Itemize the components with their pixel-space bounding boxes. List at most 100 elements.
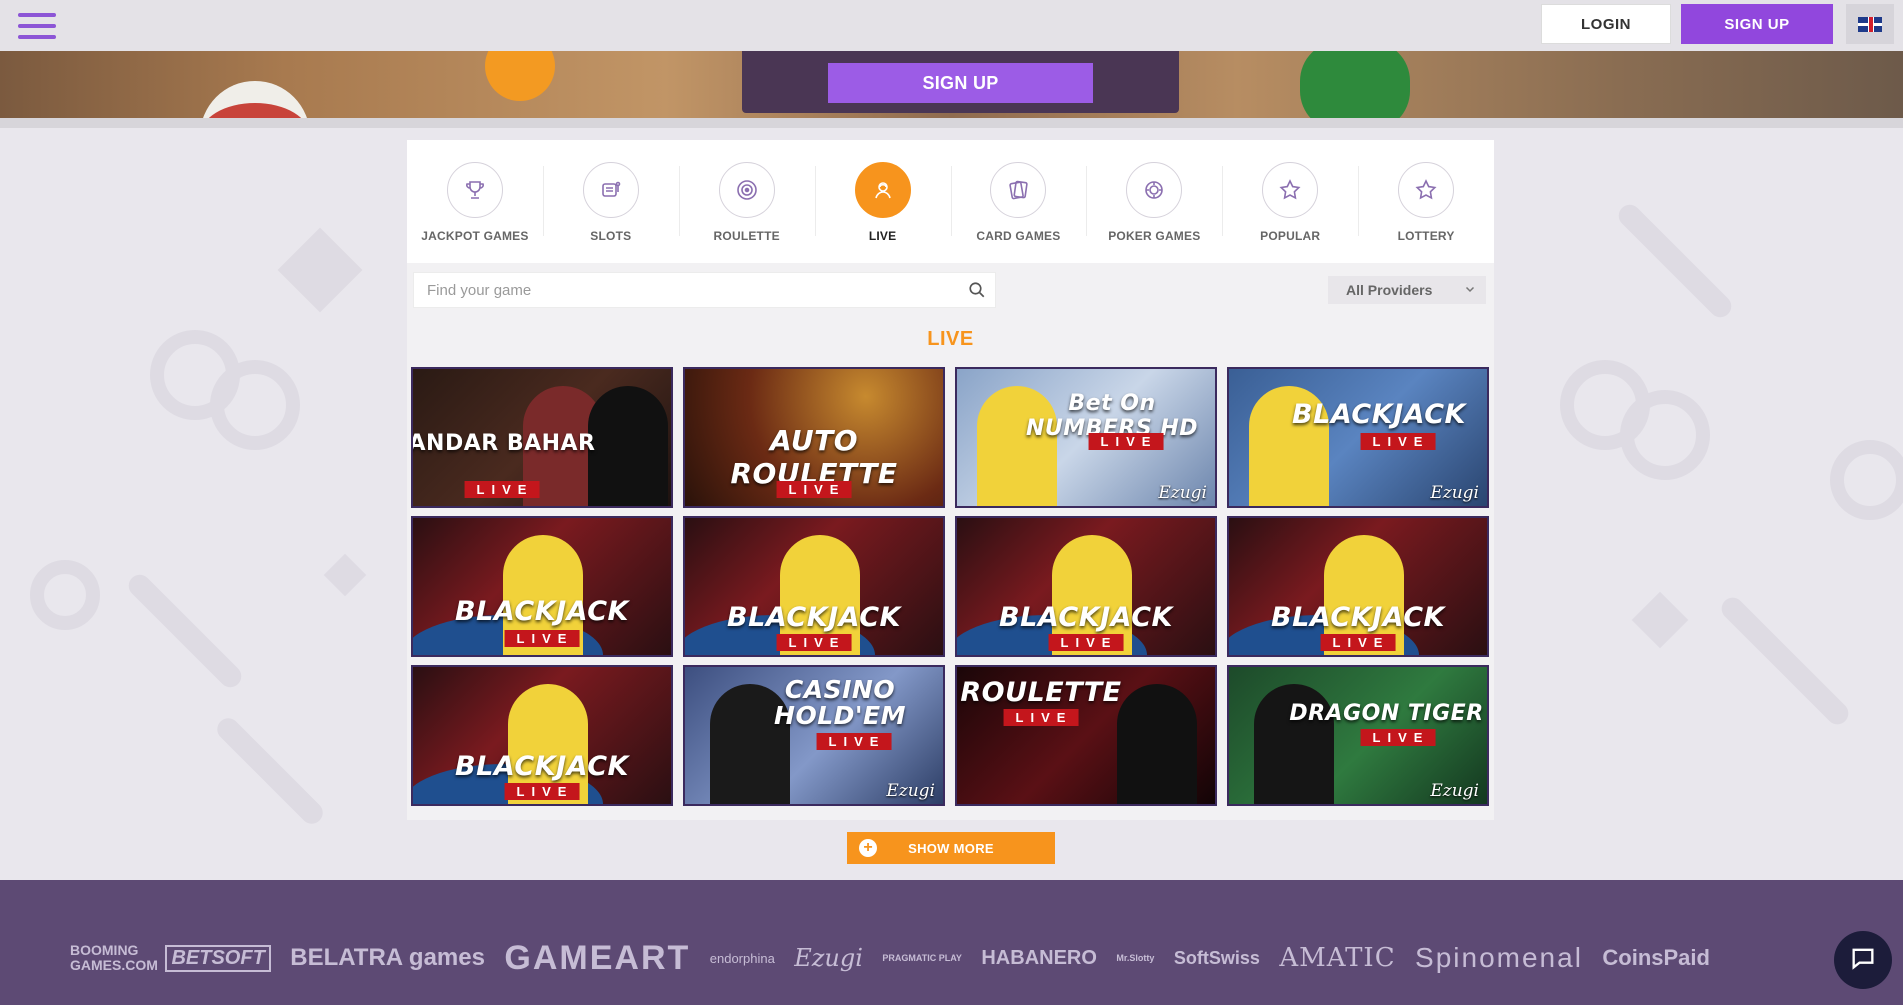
game-search	[413, 272, 996, 308]
tab-label: CARD GAMES	[976, 229, 1061, 243]
live-badge: LIVE	[1048, 634, 1124, 651]
tab-popular[interactable]: POPULAR	[1222, 140, 1358, 263]
game-tile-casino-holdem[interactable]: CASINO HOLD'EM LIVE Ezugi	[683, 665, 945, 806]
game-tile-blackjack[interactable]: BLACKJACK LIVE Ezugi	[1227, 367, 1489, 508]
tab-jackpot-games[interactable]: JACKPOT GAMES	[407, 140, 543, 263]
provider-logo-endorphina: endorphina	[709, 950, 775, 966]
pattern-square	[323, 553, 367, 597]
tab-roulette[interactable]: ROULETTE	[678, 140, 815, 263]
game-tile-blackjack[interactable]: BLACKJACK LIVE	[1227, 516, 1489, 657]
cards-icon	[990, 162, 1047, 218]
live-badge: LIVE	[504, 783, 580, 800]
game-tile-blackjack[interactable]: BLACKJACK LIVE	[411, 516, 673, 657]
tab-poker-games[interactable]: POKER GAMES	[1086, 140, 1222, 263]
game-tile-bet-on-numbers[interactable]: Bet On NUMBERS HD LIVE Ezugi	[955, 367, 1217, 508]
game-grid: ANDAR BAHAR LIVE AUTO ROULETTE LIVE Bet …	[411, 367, 1490, 806]
game-title: BLACKJACK	[1292, 399, 1466, 430]
live-badge: LIVE	[1360, 433, 1436, 450]
tab-label: ROULETTE	[713, 229, 780, 243]
tab-card-games[interactable]: CARD GAMES	[950, 140, 1087, 263]
pattern-ring	[210, 360, 300, 450]
tab-lottery[interactable]: LOTTERY	[1358, 140, 1494, 263]
tab-label: POKER GAMES	[1108, 229, 1201, 243]
plus-icon: +	[859, 839, 877, 857]
live-badge: LIVE	[816, 733, 892, 750]
search-icon[interactable]	[959, 273, 995, 307]
pattern-bar	[212, 713, 328, 829]
game-title: BLACKJACK	[727, 602, 901, 633]
banner-divider	[0, 118, 1903, 128]
live-badge: LIVE	[464, 481, 540, 498]
game-tile-blackjack[interactable]: BLACKJACK LIVE	[955, 516, 1217, 657]
poker-chip-icon	[1126, 162, 1183, 218]
search-input[interactable]	[414, 273, 959, 307]
category-tabs: JACKPOT GAMES SLOTS ROULETTE LIVE CARD G…	[407, 140, 1494, 263]
live-badge: LIVE	[1088, 433, 1164, 450]
tab-label: POPULAR	[1260, 229, 1321, 243]
beach-ball-illustration	[200, 81, 310, 118]
pattern-ring	[1620, 390, 1710, 480]
live-badge: LIVE	[1360, 729, 1436, 746]
provider-logo-betsoft: BETSOFT	[165, 944, 271, 972]
provider-logo-softswiss: SoftSwiss	[1173, 947, 1260, 968]
pattern-bar	[1614, 200, 1736, 322]
game-title: DRAGON TIGER	[1289, 701, 1484, 726]
game-tile-auto-roulette[interactable]: AUTO ROULETTE LIVE	[683, 367, 945, 508]
ezugi-logo: Ezugi	[1430, 781, 1479, 801]
provider-logo-spinomenal: Spinomenal	[1415, 942, 1583, 973]
live-chat-button[interactable]	[1834, 931, 1892, 989]
language-selector[interactable]	[1846, 4, 1894, 44]
tab-label: LIVE	[868, 229, 897, 243]
game-title: ANDAR BAHAR	[411, 431, 596, 456]
login-button[interactable]: LOGIN	[1541, 4, 1671, 44]
live-badge: LIVE	[1003, 709, 1079, 726]
slot-machine-icon	[582, 162, 639, 218]
provider-logos: BOOMING GAMES.COM BETSOFT BELATRA games …	[70, 936, 1710, 980]
provider-logo-gameart: GAMEART	[504, 938, 691, 977]
provider-logo-pragmatic: PRAGMATIC PLAY	[882, 953, 962, 963]
provider-logo-habanero: HABANERO	[981, 946, 1097, 969]
provider-logo-coinspaid: CoinsPaid	[1602, 945, 1710, 970]
trophy-icon	[446, 162, 503, 218]
tab-live[interactable]: LIVE	[814, 140, 951, 263]
game-title: BLACKJACK	[455, 596, 629, 627]
live-badge: LIVE	[504, 630, 580, 647]
providers-dropdown[interactable]: All Providers	[1328, 276, 1486, 304]
pattern-bar	[124, 570, 246, 692]
game-tile-roulette[interactable]: ROULETTE LIVE	[955, 665, 1217, 806]
provider-logo-ezugi: Ezugi	[794, 944, 863, 972]
tab-label: JACKPOT GAMES	[421, 229, 529, 243]
game-title: ROULETTE	[960, 677, 1122, 708]
games-panel: JACKPOT GAMES SLOTS ROULETTE LIVE CARD G…	[407, 140, 1494, 820]
pattern-ring	[1830, 440, 1903, 520]
game-tile-blackjack[interactable]: BLACKJACK LIVE	[683, 516, 945, 657]
game-title: BLACKJACK	[999, 602, 1173, 633]
ezugi-logo: Ezugi	[1158, 483, 1207, 503]
game-tile-dragon-tiger[interactable]: DRAGON TIGER LIVE Ezugi	[1227, 665, 1489, 806]
star-icon	[1262, 162, 1319, 218]
chat-icon	[1849, 944, 1877, 977]
provider-logo-amatic: AMATIC	[1279, 943, 1396, 973]
signup-button[interactable]: SIGN UP	[1681, 4, 1833, 44]
game-tile-andar-bahar[interactable]: ANDAR BAHAR LIVE	[411, 367, 673, 508]
character-illustration	[1300, 51, 1410, 118]
show-more-label: SHOW MORE	[908, 840, 994, 856]
provider-logo-mrslotty: Mr.Slotty	[1116, 953, 1155, 963]
pattern-bar	[1717, 593, 1853, 729]
banner-signup-button[interactable]: SIGN UP	[828, 63, 1093, 103]
live-badge: LIVE	[776, 634, 852, 651]
star-icon	[1398, 162, 1455, 218]
live-badge: LIVE	[1320, 634, 1396, 651]
game-title: CASINO HOLD'EM	[774, 675, 906, 730]
tab-slots[interactable]: SLOTS	[542, 140, 679, 263]
game-tile-blackjack[interactable]: BLACKJACK LIVE	[411, 665, 673, 806]
ezugi-logo: Ezugi	[1430, 483, 1479, 503]
uk-flag-icon	[1858, 16, 1882, 32]
game-title: BLACKJACK	[1271, 602, 1445, 633]
section-title: LIVE	[927, 328, 974, 350]
hamburger-menu-icon[interactable]	[18, 13, 56, 39]
show-more-button[interactable]: + SHOW MORE	[847, 832, 1055, 864]
tab-label: SLOTS	[590, 229, 632, 243]
tab-label: LOTTERY	[1397, 229, 1455, 243]
live-dealer-icon	[854, 162, 911, 218]
